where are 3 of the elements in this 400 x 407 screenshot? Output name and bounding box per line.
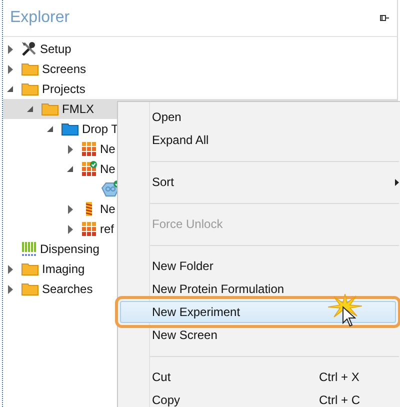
shortcut-label: Ctrl + X (319, 370, 360, 384)
shortcut-label: Ctrl + C (319, 393, 360, 407)
panel-title: Explorer (10, 9, 70, 27)
